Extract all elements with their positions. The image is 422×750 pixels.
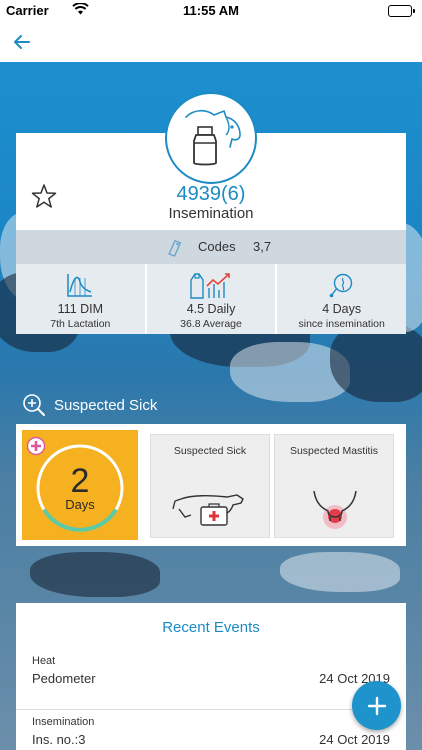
cow-avatar (165, 92, 257, 184)
alert-label: Suspected Mastitis (289, 445, 379, 457)
event-item[interactable]: Heat Pedometer 24 Oct 2019 (32, 655, 390, 703)
medical-plus-icon (26, 436, 46, 461)
recent-events-card: Recent Events Heat Pedometer 24 Oct 2019… (16, 603, 406, 750)
days-tile[interactable]: 2 Days (22, 430, 138, 540)
alert-suspected-mastitis[interactable]: Suspected Mastitis (274, 434, 394, 538)
milk-chart-icon (187, 272, 235, 305)
alert-suspected-sick[interactable]: Suspected Sick (150, 434, 270, 538)
alert-label: Suspected Sick (173, 445, 247, 457)
event-date: 24 Oct 2019 (319, 732, 390, 747)
zoom-in-icon (22, 393, 46, 417)
insemination-icon (329, 272, 355, 303)
event-detail: Pedometer (32, 671, 96, 686)
milk-cow-icon (185, 109, 241, 166)
arrow-left-icon (14, 35, 30, 49)
codes-label: Codes (198, 239, 236, 254)
back-button[interactable] (10, 30, 34, 54)
stat-main: 4 Days (322, 302, 362, 316)
event-detail: Ins. no.:3 (32, 732, 86, 747)
udder-icon (313, 490, 357, 529)
stat-dim[interactable]: 111 DIM 7th Lactation (16, 264, 147, 334)
days-count: 2 (70, 462, 90, 500)
cow-number: 4939(6) (176, 183, 246, 205)
plus-icon (367, 696, 386, 715)
cow-status: Insemination (168, 205, 254, 222)
status-bar: Carrier 11:55 AM (0, 0, 422, 22)
event-item[interactable]: Insemination Ins. no.:3 24 Oct 2019 (32, 716, 390, 750)
section-title-label: Suspected Sick (54, 396, 158, 414)
event-divider (16, 709, 374, 710)
stat-main: 111 DIM (57, 302, 104, 316)
stat-main: 4.5 Daily (186, 302, 236, 316)
battery-icon (388, 5, 415, 17)
event-type: Heat (32, 655, 56, 667)
recent-events-title: Recent Events (162, 619, 260, 636)
nav-bar (0, 22, 422, 62)
stat-sub: 7th Lactation (50, 318, 111, 330)
add-event-button[interactable] (352, 681, 401, 730)
stat-insemination[interactable]: 4 Days since insemination (277, 264, 407, 334)
codes-value: 3,7 (253, 239, 272, 254)
codes-row[interactable]: Codes 3,7 (16, 230, 406, 264)
sick-cow-icon (172, 494, 244, 526)
stats-row: 111 DIM 7th Lactation 4.5 Daily 36.8 Ave… (16, 264, 407, 334)
clock: 11:55 AM (183, 3, 239, 18)
event-type: Insemination (32, 716, 95, 728)
tag-icon (164, 237, 184, 260)
stat-milk[interactable]: 4.5 Daily 36.8 Average (146, 264, 278, 334)
section-title[interactable]: Suspected Sick (22, 393, 157, 417)
days-label: Days (65, 497, 95, 512)
alerts-card: 2 Days Suspected Sick Suspected Mastitis (16, 424, 406, 546)
stat-sub: 36.8 Average (180, 318, 242, 330)
lactation-curve-icon (66, 272, 94, 303)
stat-sub: since insemination (298, 318, 385, 330)
